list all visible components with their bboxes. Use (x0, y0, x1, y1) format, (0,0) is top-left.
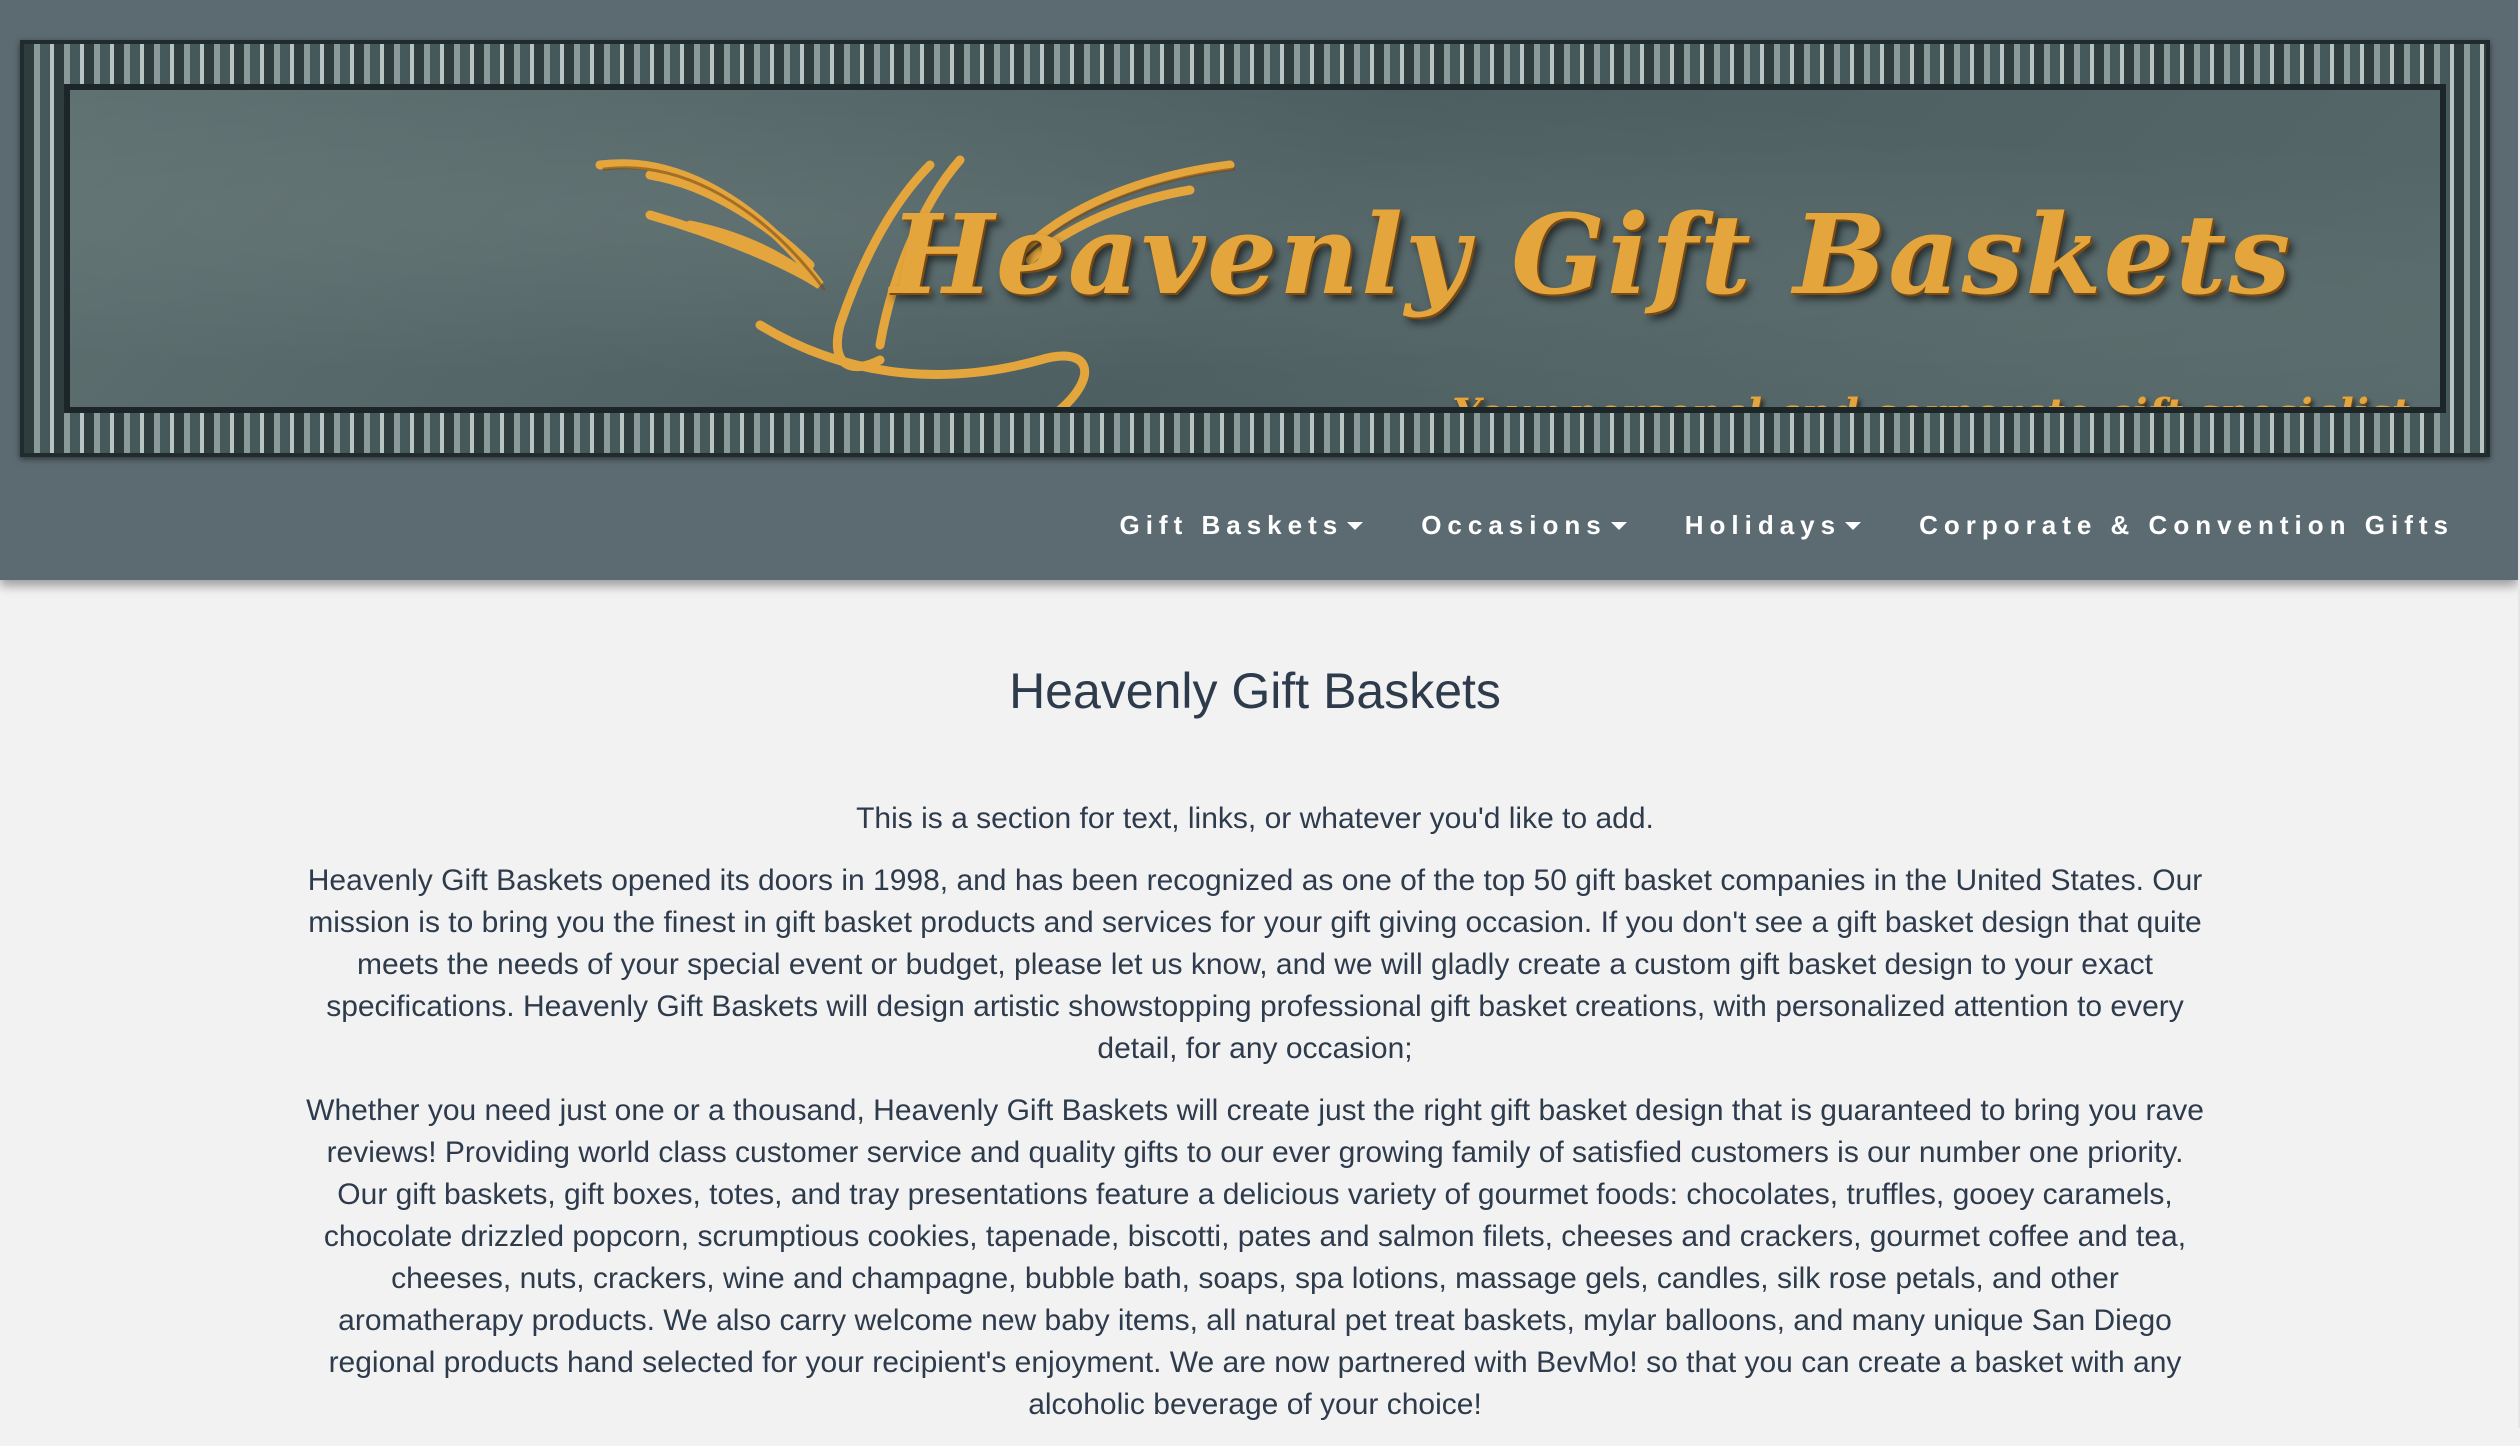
nav-item-corporate-convention-gifts[interactable]: Corporate & Convention Gifts (1919, 510, 2454, 541)
nav-item-label: Gift Baskets (1119, 510, 1344, 540)
site-header: Heavenly Gift Baskets Your personal and … (0, 0, 2518, 580)
caret-down-icon (1610, 521, 1627, 530)
services-paragraph: Whether you need just one or a thousand,… (306, 1094, 2204, 1421)
banner-panel: Heavenly Gift Baskets Your personal and … (64, 84, 2446, 413)
caret-down-icon (1845, 521, 1862, 530)
main-nav: Gift Baskets Occasions Holidays Corporat… (1119, 510, 2454, 541)
nav-item-occasions[interactable]: Occasions (1421, 510, 1627, 541)
nav-item-gift-baskets[interactable]: Gift Baskets (1119, 510, 1364, 541)
intro-text: This is a section for text, links, or wh… (856, 802, 1654, 835)
nav-item-label: Occasions (1421, 510, 1607, 540)
nav-item-holidays[interactable]: Holidays (1684, 510, 1862, 541)
caret-down-icon (1347, 521, 1364, 530)
logo-tagline: Your personal and corporate gift special… (1452, 390, 2410, 407)
logo-title: Heavenly Gift Baskets (890, 190, 2293, 319)
about-paragraph: Heavenly Gift Baskets opened its doors i… (307, 864, 2203, 1065)
nav-item-label: Corporate & Convention Gifts (1919, 510, 2454, 540)
page-title: Heavenly Gift Baskets (1009, 663, 1501, 719)
nav-item-label: Holidays (1684, 510, 1842, 540)
main-content: Heavenly Gift Baskets This is a section … (300, 620, 2210, 1446)
header-banner[interactable]: Heavenly Gift Baskets Your personal and … (20, 40, 2490, 457)
